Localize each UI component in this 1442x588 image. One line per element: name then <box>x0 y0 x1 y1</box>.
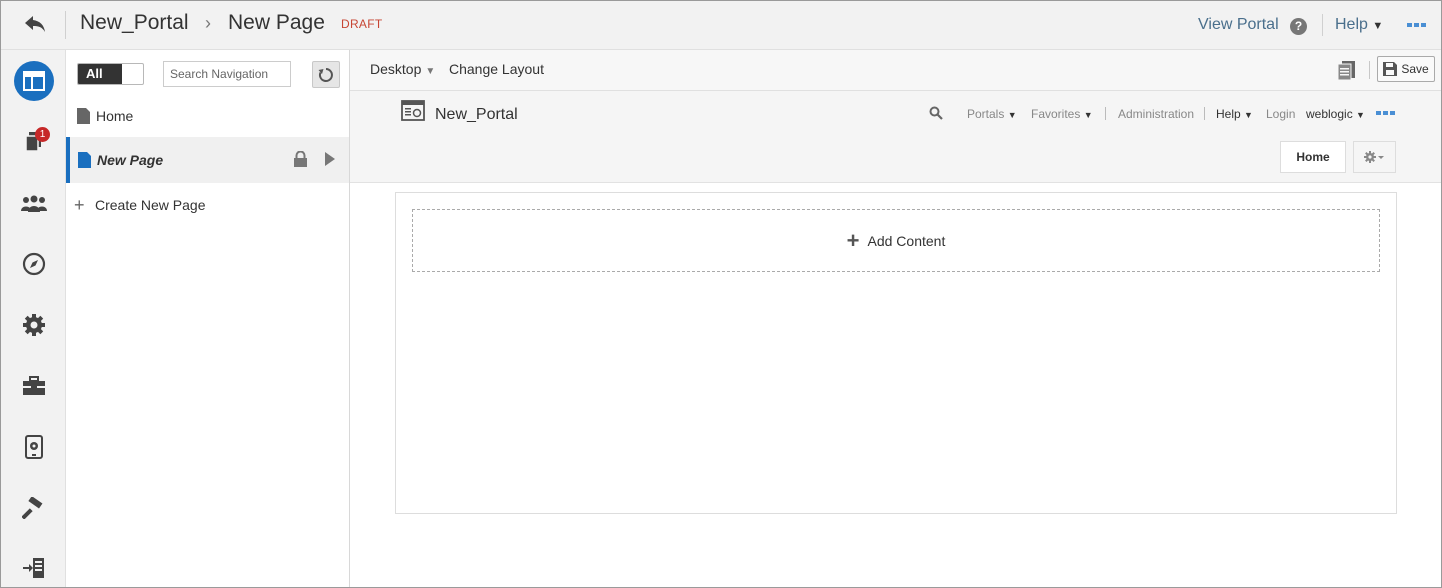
page-properties-icon[interactable] <box>1336 59 1358 81</box>
rail-tools[interactable] <box>1 366 66 406</box>
notification-badge: 1 <box>35 127 50 142</box>
more-options-icon[interactable] <box>1407 23 1429 29</box>
home-tab[interactable]: Home <box>1280 141 1346 173</box>
refresh-icon <box>318 67 333 82</box>
create-new-page-label: Create New Page <box>95 197 206 213</box>
page-editor: Desktop ▼ Change Layout Save New_Portal … <box>350 50 1441 587</box>
build-icon <box>21 497 42 519</box>
editor-toolbar: Desktop ▼ Change Layout Save <box>350 50 1441 91</box>
user-menu-label: weblogic <box>1306 107 1353 121</box>
header-divider-right <box>1322 14 1323 36</box>
nav-item-label: Home <box>96 108 134 124</box>
rail-pages[interactable] <box>1 61 66 101</box>
breadcrumb-portal[interactable]: New_Portal <box>80 11 189 35</box>
change-layout-button[interactable]: Change Layout <box>449 61 544 77</box>
device-dropdown[interactable]: Desktop ▼ <box>370 61 435 77</box>
caret-down-icon: ▼ <box>425 66 436 77</box>
rail-devices[interactable] <box>1 427 66 467</box>
portals-menu[interactable]: Portals ▼ <box>967 107 1017 121</box>
rail-build[interactable] <box>1 488 66 528</box>
create-new-page-button[interactable]: + Create New Page <box>66 192 349 218</box>
save-button-label: Save <box>1401 62 1429 76</box>
help-menu[interactable]: Help ▼ <box>1335 16 1383 34</box>
caret-down-icon: ▼ <box>1372 20 1384 32</box>
settings-icon <box>22 314 45 336</box>
back-button[interactable] <box>21 11 49 37</box>
members-icon <box>20 195 47 212</box>
rail-navigation[interactable] <box>1 244 66 284</box>
favorites-menu[interactable]: Favorites ▼ <box>1031 107 1093 121</box>
caret-down-icon: ▼ <box>1356 110 1365 120</box>
user-menu[interactable]: weblogic ▼ <box>1306 107 1365 121</box>
gear-icon <box>1363 151 1384 163</box>
add-content-label: Add Content <box>867 232 946 249</box>
device-dropdown-label: Desktop <box>370 61 422 77</box>
toolbar-divider <box>1369 61 1370 79</box>
breadcrumb-page: New Page <box>228 11 325 34</box>
page-icon <box>78 152 91 168</box>
help-icon[interactable]: ? <box>1290 18 1307 35</box>
portal-preview-header: New_Portal Portals ▼ Favorites ▼ Adminis… <box>350 91 1441 183</box>
floppy-disk-icon <box>1383 62 1398 76</box>
nav-item-new-page[interactable]: New Page <box>66 137 349 183</box>
chevron-right-icon[interactable] <box>325 152 335 166</box>
portals-menu-label: Portals <box>967 107 1005 121</box>
administration-link[interactable]: Administration <box>1118 107 1194 121</box>
app-window: New_Portal › New Page DRAFT View Portal … <box>0 0 1442 588</box>
portal-title: New_Portal <box>435 106 518 123</box>
pages-icon <box>22 71 45 91</box>
navigation-panel: All Home New Page <box>66 50 350 587</box>
refresh-button[interactable] <box>312 61 340 88</box>
rail-export[interactable] <box>1 548 66 587</box>
preview-help-label: Help <box>1216 107 1241 121</box>
search-icon[interactable] <box>929 106 943 120</box>
caret-down-icon: ▼ <box>1244 110 1253 120</box>
nav-item-label: New Page <box>97 152 164 168</box>
all-toggle-label: All <box>78 64 122 84</box>
rail-active-indicator <box>13 61 54 101</box>
favorites-menu-label: Favorites <box>1031 107 1081 121</box>
login-link[interactable]: Login <box>1266 107 1295 121</box>
lock-icon <box>294 151 307 167</box>
left-icon-rail: 1 <box>1 50 66 587</box>
caret-down-icon: ▼ <box>1007 110 1017 120</box>
caret-down-icon: ▼ <box>1083 110 1093 120</box>
all-toggle[interactable]: All <box>77 63 144 85</box>
portal-logo-icon <box>401 100 425 121</box>
compass-icon <box>22 252 45 276</box>
plus-icon: + <box>74 195 85 215</box>
help-menu-label: Help <box>1335 16 1368 33</box>
add-content-button[interactable]: + Add Content <box>412 209 1380 272</box>
link-divider <box>1204 107 1205 120</box>
status-badge: DRAFT <box>341 17 383 31</box>
content-region: + Add Content <box>395 192 1397 514</box>
back-arrow-icon <box>25 16 45 32</box>
more-options-icon[interactable] <box>1376 111 1395 115</box>
search-navigation-input[interactable] <box>163 61 291 87</box>
page-actions-menu[interactable] <box>1353 141 1396 173</box>
save-button[interactable]: Save <box>1377 56 1435 82</box>
preview-help-menu[interactable]: Help ▼ <box>1216 107 1253 121</box>
plus-icon: + <box>846 227 860 253</box>
export-icon <box>22 558 44 578</box>
breadcrumb-separator: › <box>205 13 211 33</box>
header-divider <box>65 11 66 39</box>
rail-members[interactable] <box>1 184 66 224</box>
link-divider <box>1105 107 1106 120</box>
toolbox-icon <box>22 376 45 395</box>
view-portal-link[interactable]: View Portal <box>1198 16 1279 34</box>
page-icon <box>77 108 90 124</box>
rail-assets[interactable]: 1 <box>1 122 66 162</box>
rail-settings[interactable] <box>1 305 66 345</box>
top-header: New_Portal › New Page DRAFT View Portal … <box>1 1 1441 50</box>
device-settings-icon <box>24 435 43 459</box>
nav-item-home[interactable]: Home <box>66 102 349 130</box>
